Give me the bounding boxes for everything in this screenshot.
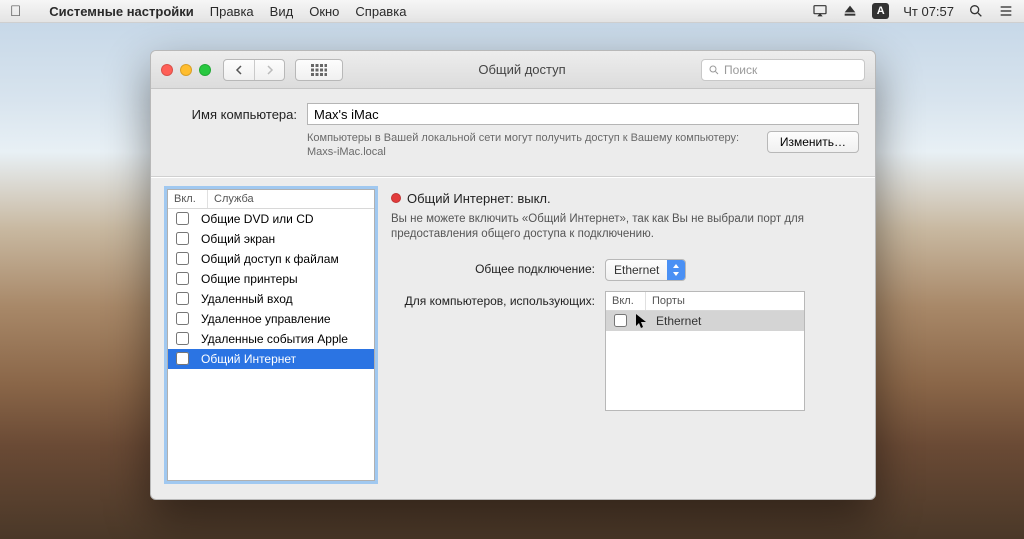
status-indicator-off [391, 193, 401, 203]
port-row[interactable]: Ethernet [606, 311, 804, 331]
zoom-button[interactable] [199, 64, 211, 76]
titlebar: Общий доступ Поиск [151, 51, 875, 89]
service-row[interactable]: Общие принтеры [168, 269, 374, 289]
services-list: Вкл. Служба Общие DVD или CD Общий экран О… [167, 189, 375, 481]
menu-window[interactable]: Окно [309, 4, 339, 19]
services-header-on[interactable]: Вкл. [168, 190, 208, 208]
ports-header: Вкл. Порты [606, 292, 804, 311]
share-from-label: Общее подключение: [391, 259, 595, 278]
cursor-icon [636, 314, 647, 332]
service-label: Общие принтеры [201, 272, 298, 286]
service-label: Удаленные события Apple [201, 332, 348, 346]
menu-view[interactable]: Вид [270, 4, 294, 19]
service-label: Удаленный вход [201, 292, 293, 306]
ports-header-ports[interactable]: Порты [646, 292, 804, 310]
service-label: Общие DVD или CD [201, 212, 314, 226]
service-row[interactable]: Общие DVD или CD [168, 209, 374, 229]
edit-button[interactable]: Изменить… [767, 131, 859, 153]
close-button[interactable] [161, 64, 173, 76]
content: Имя компьютера: Компьютеры в Вашей локал… [151, 89, 875, 499]
service-row[interactable]: Удаленный вход [168, 289, 374, 309]
ports-header-on[interactable]: Вкл. [606, 292, 646, 310]
share-from-select[interactable]: Ethernet [605, 259, 686, 281]
eject-icon[interactable] [842, 3, 858, 19]
service-label: Общий Интернет [201, 352, 296, 366]
prefs-window: Общий доступ Поиск Имя компьютера: Компь… [150, 50, 876, 500]
service-label: Удаленное управление [201, 312, 331, 326]
service-row[interactable]: Общий экран [168, 229, 374, 249]
menubar:  Системные настройки Правка Вид Окно Сп… [0, 0, 1024, 23]
to-computers-label: Для компьютеров, использующих: [391, 291, 595, 310]
service-row[interactable]: Удаленное управление [168, 309, 374, 329]
port-checkbox[interactable] [614, 314, 627, 327]
service-checkbox[interactable] [176, 352, 189, 365]
nav-back-forward [223, 59, 285, 81]
back-button[interactable] [224, 60, 254, 80]
sidebar-icon[interactable] [998, 3, 1014, 19]
spotlight-icon[interactable] [968, 3, 984, 19]
services-header: Вкл. Служба [168, 190, 374, 209]
service-row[interactable]: Общий доступ к файлам [168, 249, 374, 269]
status-text: Общий Интернет: выкл. [407, 191, 551, 206]
clock[interactable]: Чт 07:57 [903, 4, 954, 19]
minimize-button[interactable] [180, 64, 192, 76]
service-checkbox[interactable] [176, 212, 189, 225]
service-checkbox[interactable] [176, 332, 189, 345]
divider [151, 176, 875, 177]
service-checkbox[interactable] [176, 312, 189, 325]
show-all-button[interactable] [295, 59, 343, 81]
traffic-lights [161, 64, 211, 76]
ports-list: Вкл. Порты Ethernet [605, 291, 805, 411]
airplay-icon[interactable] [812, 3, 828, 19]
service-row[interactable]: Общий Интернет [168, 349, 374, 369]
search-placeholder: Поиск [724, 63, 757, 77]
service-row[interactable]: Удаленные события Apple [168, 329, 374, 349]
menu-edit[interactable]: Правка [210, 4, 254, 19]
computer-name-caption: Компьютеры в Вашей локальной сети могут … [307, 131, 757, 160]
service-checkbox[interactable] [176, 252, 189, 265]
service-checkbox[interactable] [176, 232, 189, 245]
chevron-updown-icon [667, 260, 685, 280]
apple-menu-icon[interactable]:  [10, 3, 21, 20]
window-title: Общий доступ [343, 62, 701, 77]
app-name[interactable]: Системные настройки [49, 4, 194, 19]
status-hint: Вы не можете включить «Общий Интернет», … [391, 212, 859, 243]
forward-button[interactable] [254, 60, 284, 80]
services-header-service[interactable]: Служба [208, 190, 374, 208]
search-field[interactable]: Поиск [701, 59, 865, 81]
service-checkbox[interactable] [176, 272, 189, 285]
service-checkbox[interactable] [176, 292, 189, 305]
menu-help[interactable]: Справка [355, 4, 406, 19]
computer-name-input[interactable] [307, 103, 859, 125]
computer-name-label: Имя компьютера: [167, 103, 297, 122]
service-label: Общий доступ к файлам [201, 252, 339, 266]
detail-pane: Общий Интернет: выкл. Вы не можете включ… [391, 189, 859, 481]
service-label: Общий экран [201, 232, 275, 246]
share-from-value: Ethernet [606, 263, 667, 277]
port-label: Ethernet [656, 314, 701, 328]
input-source-icon[interactable]: А [872, 3, 889, 19]
